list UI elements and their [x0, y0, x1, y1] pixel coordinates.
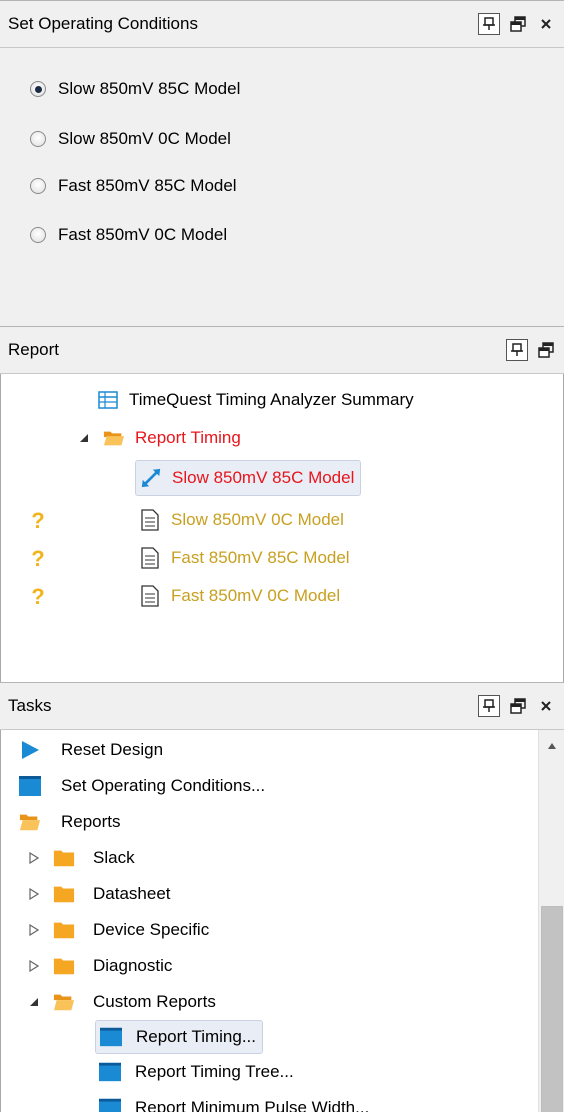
task-label: Report Timing Tree... [135, 1062, 294, 1081]
tree-item-slow-0c[interactable]: Slow 850mV 0C Model [139, 504, 344, 536]
radio-option-slow-85c[interactable]: Slow 850mV 85C Model [30, 75, 240, 103]
expand-arrow-icon[interactable] [27, 924, 41, 936]
task-folder-custom-reports[interactable]: Custom Reports [27, 986, 216, 1018]
open-folder-icon [19, 811, 41, 833]
operating-conditions-panel: Set Operating Conditions Slow 850mV 85C … [0, 0, 564, 326]
task-label: Device Specific [93, 920, 210, 939]
panel-title: Set Operating Conditions [8, 14, 198, 33]
tree-item-label: Slow 850mV 85C Model [172, 468, 355, 487]
table-icon [97, 389, 119, 411]
pin-icon[interactable] [506, 339, 528, 361]
float-window-icon[interactable] [508, 14, 528, 34]
panel-header: Tasks [0, 682, 564, 730]
task-label: Custom Reports [93, 992, 216, 1011]
pin-icon[interactable] [478, 13, 500, 35]
task-report-minimum-pulse-width[interactable]: Report Minimum Pulse Width... [99, 1092, 369, 1112]
tree-item-label: Report Timing [135, 428, 241, 447]
task-label: Report Minimum Pulse Width... [135, 1098, 370, 1112]
expand-arrow-icon[interactable] [27, 888, 41, 900]
panel-title: Report [8, 340, 60, 359]
task-folder-device-specific[interactable]: Device Specific [27, 914, 209, 946]
document-icon [139, 509, 161, 531]
timing-path-icon [140, 467, 162, 489]
folder-icon [53, 883, 75, 905]
task-label: Slack [93, 848, 135, 867]
scrollbar-thumb[interactable] [541, 906, 563, 1112]
tree-item-label: Fast 850mV 85C Model [171, 548, 350, 567]
task-icon [19, 775, 41, 797]
task-report-timing-tree[interactable]: Report Timing Tree... [99, 1056, 294, 1088]
task-label: Datasheet [93, 884, 171, 903]
radio-label: Fast 850mV 85C Model [58, 176, 237, 195]
pin-icon[interactable] [478, 695, 500, 717]
float-window-icon[interactable] [536, 340, 556, 360]
task-folder-datasheet[interactable]: Datasheet [27, 878, 171, 910]
panel-header: Report [0, 326, 564, 374]
open-folder-icon [103, 427, 125, 449]
tree-item-label: TimeQuest Timing Analyzer Summary [129, 390, 414, 409]
folder-icon [53, 919, 75, 941]
collapse-arrow-icon[interactable] [27, 997, 41, 1007]
tree-item-fast-0c[interactable]: Fast 850mV 0C Model [139, 580, 340, 612]
tree-item-label: Fast 850mV 0C Model [171, 586, 341, 605]
scroll-up-arrow-icon[interactable] [539, 736, 564, 756]
tree-folder-report-timing[interactable]: Report Timing [77, 422, 241, 454]
float-window-icon[interactable] [508, 696, 528, 716]
radio-option-slow-0c[interactable]: Slow 850mV 0C Model [30, 125, 231, 153]
radio-option-fast-0c[interactable]: Fast 850mV 0C Model [30, 221, 227, 249]
tasks-tree: Reset Design Set Operating Conditions...… [0, 730, 564, 1112]
play-icon [19, 739, 41, 761]
expand-arrow-icon[interactable] [77, 433, 91, 443]
task-icon [99, 1097, 121, 1112]
report-panel: Report TimeQuest Timing Analyzer Summary [0, 326, 564, 682]
task-folder-reports[interactable]: Reports [19, 806, 121, 838]
question-icon: ? [31, 508, 45, 533]
question-icon: ? [31, 584, 45, 609]
radio-button[interactable] [30, 81, 46, 97]
task-icon [100, 1026, 122, 1048]
radio-option-fast-85c[interactable]: Fast 850mV 85C Model [30, 172, 237, 200]
radio-button[interactable] [30, 178, 46, 194]
open-folder-icon [53, 991, 75, 1013]
tree-item-slow-85c[interactable]: Slow 850mV 85C Model [135, 460, 362, 496]
task-folder-slack[interactable]: Slack [27, 842, 135, 874]
folder-icon [53, 847, 75, 869]
task-folder-diagnostic[interactable]: Diagnostic [27, 950, 172, 982]
task-label: Reset Design [61, 740, 164, 759]
tasks-panel: Tasks Reset Design Set Operating Conditi… [0, 682, 564, 1112]
report-tree: TimeQuest Timing Analyzer Summary Report… [0, 374, 564, 682]
task-report-timing[interactable]: Report Timing... [95, 1020, 263, 1054]
tree-item-fast-85c[interactable]: Fast 850mV 85C Model [139, 542, 350, 574]
close-icon[interactable] [536, 14, 556, 34]
expand-arrow-icon[interactable] [27, 852, 41, 864]
close-icon[interactable] [536, 696, 556, 716]
question-icon: ? [31, 546, 45, 571]
radio-label: Slow 850mV 85C Model [58, 79, 241, 98]
document-icon [139, 585, 161, 607]
tree-item-label: Slow 850mV 0C Model [171, 510, 344, 529]
expand-arrow-icon[interactable] [27, 960, 41, 972]
task-label: Report Timing... [136, 1027, 256, 1046]
radio-label: Fast 850mV 0C Model [58, 225, 228, 244]
radio-button[interactable] [30, 131, 46, 147]
task-label: Reports [61, 812, 121, 831]
task-label: Diagnostic [93, 956, 173, 975]
task-label: Set Operating Conditions... [61, 776, 266, 795]
radio-button[interactable] [30, 227, 46, 243]
folder-icon [53, 955, 75, 977]
panel-title: Tasks [8, 696, 52, 715]
task-icon [99, 1061, 121, 1083]
radio-label: Slow 850mV 0C Model [58, 129, 231, 148]
document-icon [139, 547, 161, 569]
task-set-operating-conditions[interactable]: Set Operating Conditions... [19, 770, 265, 802]
panel-header: Set Operating Conditions [0, 0, 564, 48]
vertical-scrollbar[interactable] [538, 730, 564, 1112]
tree-item-summary[interactable]: TimeQuest Timing Analyzer Summary [97, 384, 414, 416]
task-reset-design[interactable]: Reset Design [19, 734, 163, 766]
